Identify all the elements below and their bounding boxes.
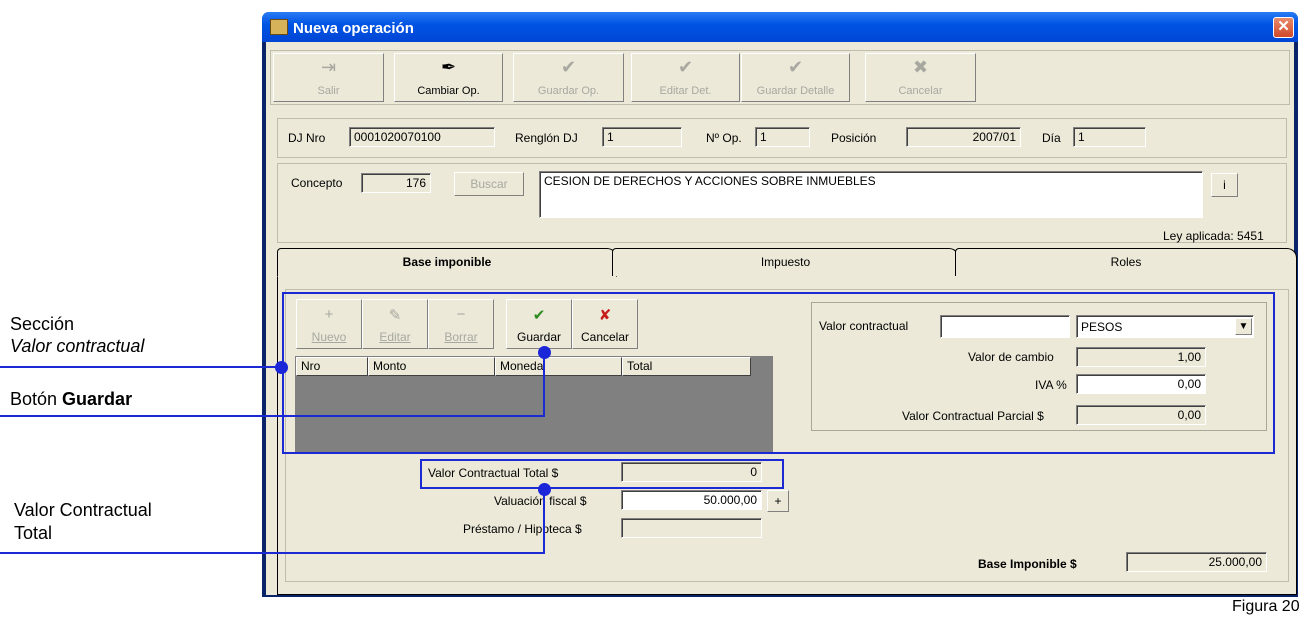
dj-nro-label: DJ Nro [288,131,326,145]
cancelar-button[interactable]: ✖ Cancelar [865,53,976,102]
exit-door-icon: ⇥ [320,57,337,77]
concepto-description-field[interactable]: CESION DE DERECHOS Y ACCIONES SOBRE INMU… [539,171,1203,218]
figure-caption: Figura 20 [1232,598,1300,615]
guardar-detalle-button[interactable]: ✔ Guardar Detalle [741,53,850,102]
total-callout-line-v [543,489,545,554]
total-callout-dot [538,483,551,496]
window-title: Nueva operación [293,20,414,37]
info-button[interactable]: i [1211,173,1238,197]
seccion-annotation-line1: Sección [10,314,75,334]
cambiar-op-button[interactable]: ✒ Cambiar Op. [394,53,503,102]
nro-op-label: Nº Op. [706,131,742,145]
app-icon [270,19,288,35]
seccion-callout-dot [275,361,288,374]
guardar-op-button[interactable]: ✔ Guardar Op. [513,53,624,102]
quill-icon: ✒ [440,57,457,77]
seccion-annotation-line2: Valor contractual [10,336,145,356]
valuacion-fiscal-field[interactable]: 50.000,00 [621,490,762,510]
dia-label: Día [1042,131,1061,145]
check-icon: ✔ [677,57,694,77]
salir-button[interactable]: ⇥ Salir [273,53,384,102]
title-bar[interactable] [262,12,1298,42]
valuacion-fiscal-label: Valuación fiscal $ [494,494,587,508]
prestamo-field[interactable] [621,518,762,538]
tab-roles[interactable]: Roles [955,248,1297,276]
total-annotation-line2: Total [14,523,53,543]
seccion-highlight-box [282,292,1275,454]
ley-aplicada-text: Ley aplicada: 5451 [1163,229,1264,243]
tab-impuesto[interactable]: Impuesto [612,248,959,276]
prestamo-label: Préstamo / Hipoteca $ [463,522,582,536]
guardar-callout-dot [538,346,551,359]
check-icon: ✔ [787,57,804,77]
total-highlight-box [420,459,784,489]
concepto-label: Concepto [291,176,343,190]
concepto-code-field[interactable]: 176 [361,173,431,193]
cancel-icon: ✖ [912,57,929,77]
dj-nro-field[interactable]: 0001020070100 [349,127,495,147]
close-button[interactable]: ✕ [1273,17,1294,38]
buscar-button[interactable]: Buscar [454,172,524,196]
base-imponible-field[interactable]: 25.000,00 [1126,552,1267,572]
renglon-label: Renglón DJ [515,131,578,145]
total-annotation-line1: Valor Contractual [14,500,152,520]
tab-base-imponible[interactable]: Base imponible [277,248,617,277]
base-imponible-label: Base Imponible $ [978,557,1077,571]
guardar-callout-line-v [543,352,545,417]
dia-field[interactable]: 1 [1073,127,1146,147]
check-icon: ✔ [560,57,577,77]
total-callout-line-h [0,552,545,554]
posicion-label: Posición [831,131,877,145]
add-valuacion-button[interactable]: + [767,490,789,512]
posicion-field[interactable]: 2007/01 [906,127,1021,147]
renglon-field[interactable]: 1 [602,127,682,147]
boton-annotation: Botón Guardar [10,389,133,409]
seccion-callout-line [0,366,282,368]
nro-op-field[interactable]: 1 [755,127,810,147]
editar-det-button[interactable]: ✔ Editar Det. [631,53,740,102]
guardar-callout-line-h [0,415,545,417]
